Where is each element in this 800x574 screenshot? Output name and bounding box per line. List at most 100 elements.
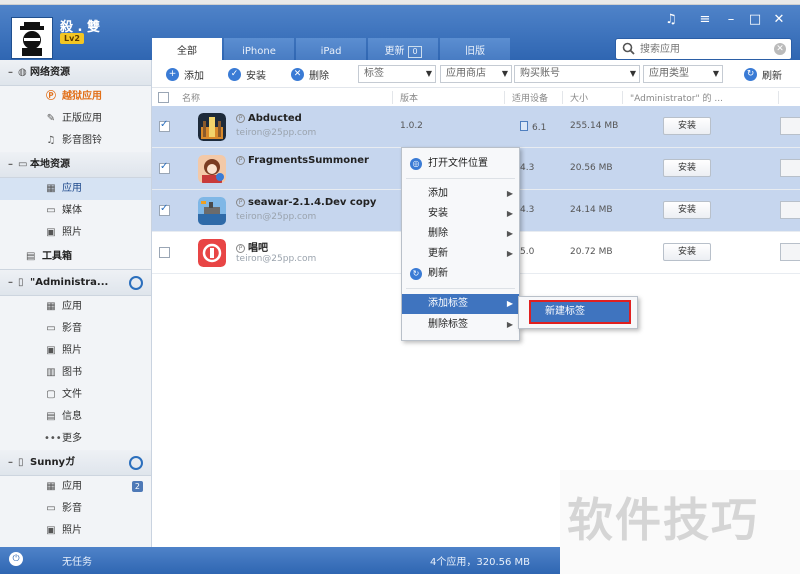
menu-item-remove-tag[interactable]: 删除标签 ▶ [402, 315, 519, 335]
install-button[interactable]: ✓ 安装 [228, 67, 266, 82]
sidebar-section-local[interactable]: – ▭ 本地资源 [0, 152, 151, 178]
collapse-icon[interactable]: – [8, 450, 13, 476]
collapse-icon[interactable]: – [8, 270, 13, 296]
sidebar-item-device-books[interactable]: ▥ 图书 [0, 362, 151, 384]
status-bar: ⏻ 无任务 4个应用，320.56 MB [0, 547, 560, 574]
menu-item-install[interactable]: 安装 ▶ [402, 204, 519, 224]
sidebar-section-device-sunny[interactable]: – ▯ Sunnyガ [0, 450, 151, 476]
menu-item-refresh[interactable]: ↻ 刷新 [402, 264, 519, 284]
menu-item-delete[interactable]: 删除 ▶ [402, 224, 519, 244]
sidebar-item-device-apps[interactable]: ▦ 应用 [0, 296, 151, 318]
submenu-arrow-icon: ▶ [506, 229, 513, 238]
ipad-icon [520, 121, 528, 131]
menu-divider [406, 178, 515, 179]
level-badge: Lv2 [60, 33, 84, 44]
sidebar: – ◍ 网络资源 Ⓟ 越狱应用 ✎ 正版应用 ♫ 影音图铃 – ▭ 本地资源 ▦ 应用 … [0, 60, 152, 547]
add-button[interactable]: + 添加 [166, 67, 204, 82]
sidebar-item-local-apps[interactable]: ▦ 应用 [0, 178, 151, 200]
row-checkbox[interactable] [159, 161, 170, 174]
sidebar-item-local-photos[interactable]: ▣ 照片 [0, 222, 151, 244]
select-all-checkbox[interactable] [158, 92, 169, 103]
tag-filter-dropdown[interactable]: 标签 ▼ [358, 65, 436, 83]
pp-icon: P [236, 114, 245, 123]
row-checkbox[interactable] [159, 203, 170, 216]
menu-item-open-file-location[interactable]: ◎ 打开文件位置 [402, 154, 519, 174]
sidebar-item-device-media[interactable]: ▭ 影音 [0, 318, 151, 340]
device-version: 5.0 [520, 247, 535, 257]
menu-divider [406, 288, 515, 289]
install-button-secondary[interactable] [780, 243, 800, 261]
sidebar-item-label: 照片 [62, 525, 82, 536]
install-button-secondary[interactable] [780, 201, 800, 219]
install-button-secondary[interactable] [780, 117, 800, 135]
column-header-device-action[interactable]: "Administrator" 的 ... [630, 91, 723, 104]
sidebar-item-device-messages[interactable]: ▤ 信息 [0, 406, 151, 428]
task-status[interactable]: 无任务 [62, 553, 92, 568]
sidebar-item-device-photos[interactable]: ▣ 照片 [0, 340, 151, 362]
context-menu: ◎ 打开文件位置 添加 ▶ 安装 ▶ 删除 ▶ 更新 ▶ ↻ 刷新 添加标签 ▶ 删除标签 ▶ [401, 147, 520, 341]
install-button[interactable]: 安装 [663, 159, 711, 177]
photo-icon: ▣ [46, 345, 56, 356]
clear-search-icon[interactable]: ✕ [774, 43, 786, 55]
column-header-name[interactable]: 名称 [182, 91, 200, 104]
sidebar-item-jailbreak-apps[interactable]: Ⓟ 越狱应用 [0, 86, 151, 108]
sidebar-item-local-media[interactable]: ▭ 媒体 [0, 200, 151, 222]
music-icon[interactable]: ♫ [662, 12, 680, 27]
sidebar-item-label: 照片 [62, 227, 82, 238]
sidebar-section-network[interactable]: – ◍ 网络资源 [0, 60, 151, 86]
collapse-icon[interactable]: – [8, 152, 13, 178]
collapse-icon[interactable]: – [8, 60, 13, 86]
changba-app-icon [198, 239, 226, 267]
store-filter-dropdown[interactable]: 应用商店 ▼ [440, 65, 512, 83]
photo-icon: ▣ [46, 525, 56, 536]
app-size: 20.72 MB [570, 247, 613, 257]
sidebar-item-sunny-media[interactable]: ▭ 影音 [0, 498, 151, 520]
sidebar-item-media-ringtones[interactable]: ♫ 影音图铃 [0, 130, 151, 152]
close-icon[interactable]: ✕ [770, 12, 788, 27]
install-button[interactable]: 安装 [663, 117, 711, 135]
column-divider [622, 91, 623, 104]
install-button-secondary[interactable] [780, 159, 800, 177]
column-header-version[interactable]: 版本 [400, 91, 418, 104]
sidebar-item-genuine-apps[interactable]: ✎ 正版应用 [0, 108, 151, 130]
add-tag-submenu: 新建标签 [518, 296, 638, 329]
sidebar-item-sunny-apps[interactable]: ▦ 应用 2 [0, 476, 151, 498]
maximize-icon[interactable]: □ [746, 12, 764, 27]
sidebar-item-device-files[interactable]: ▢ 文件 [0, 384, 151, 406]
refresh-button[interactable]: ↻ 刷新 [744, 67, 782, 82]
search-box[interactable]: ✕ [615, 38, 792, 60]
account-filter-dropdown[interactable]: 购买账号 ▼ [514, 65, 640, 83]
column-divider [778, 91, 779, 104]
menu-item-label: 删除标签 [428, 319, 468, 330]
file-icon: ▢ [46, 389, 56, 400]
app-store-icon: ✎ [46, 113, 56, 124]
abducted-app-icon [198, 113, 226, 141]
menu-item-update[interactable]: 更新 ▶ [402, 244, 519, 264]
search-input[interactable] [640, 41, 770, 57]
device-version: 6.1 [532, 123, 547, 133]
user-avatar[interactable] [11, 17, 53, 59]
sidebar-item-device-more[interactable]: ••• 更多 [0, 428, 151, 450]
sidebar-item-label: 照片 [62, 345, 82, 356]
sidebar-item-sunny-photos[interactable]: ▣ 照片 [0, 520, 151, 542]
tab-label: 旧版 [465, 46, 485, 57]
menu-icon[interactable]: ≡ [696, 12, 714, 27]
menu-item-add-tag[interactable]: 添加标签 ▶ [402, 294, 519, 314]
minimize-icon[interactable]: – [722, 12, 740, 27]
table-row[interactable]: PAbducted teiron@25pp.com 1.0.2 6.1 255.… [152, 106, 800, 148]
sidebar-section-toolbox[interactable]: ▤ 工具箱 [0, 244, 151, 270]
delete-button[interactable]: ✕ 删除 [291, 67, 329, 82]
refresh-label: 刷新 [762, 71, 782, 82]
column-header-device[interactable]: 适用设备 [512, 91, 548, 104]
menu-item-new-tag[interactable]: 新建标签 [529, 300, 631, 324]
power-icon[interactable]: ⏻ [9, 552, 23, 566]
install-button[interactable]: 安装 [663, 201, 711, 219]
type-filter-dropdown[interactable]: 应用类型 ▼ [643, 65, 723, 83]
app-version: 1.0.2 [400, 121, 423, 131]
row-checkbox[interactable] [159, 119, 170, 132]
install-button[interactable]: 安装 [663, 243, 711, 261]
menu-item-add[interactable]: 添加 ▶ [402, 184, 519, 204]
row-checkbox[interactable] [159, 247, 170, 258]
column-header-size[interactable]: 大小 [570, 91, 588, 104]
sidebar-section-device-administrator[interactable]: – ▯ "Administra... [0, 270, 151, 296]
